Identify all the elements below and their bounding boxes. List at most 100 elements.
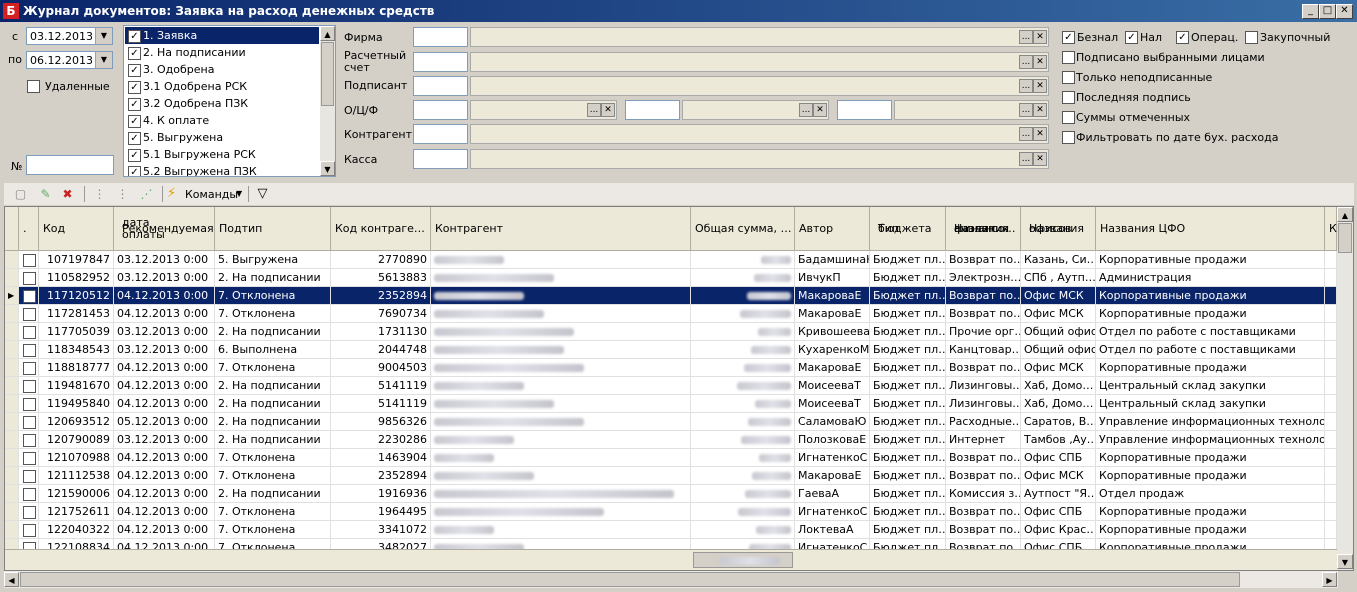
- ocf-c-select-button[interactable]: ...: [799, 103, 813, 117]
- header-author[interactable]: Автор: [795, 207, 870, 251]
- row-checkbox[interactable]: [23, 362, 36, 375]
- kassa-clear-icon[interactable]: ✕: [1033, 152, 1047, 166]
- status-checkbox[interactable]: ✓: [128, 64, 141, 77]
- row-indicator[interactable]: [5, 431, 19, 449]
- ocf-f-name-field[interactable]: ... ✕: [894, 100, 1049, 120]
- status-checkbox[interactable]: ✓: [128, 98, 141, 111]
- filter-by-date-checkbox[interactable]: [1062, 131, 1075, 144]
- row-checkbox[interactable]: [23, 308, 36, 321]
- status-item[interactable]: ✓ 1. Заявка: [125, 27, 319, 44]
- documents-grid[interactable]: . Код Рекомендуемая дата оплаты Подтип Ко…: [4, 206, 1354, 571]
- row-check-cell[interactable]: [19, 341, 39, 359]
- status-checkbox[interactable]: ✓: [128, 47, 141, 60]
- account-clear-icon[interactable]: ✕: [1033, 55, 1047, 69]
- row-checkbox[interactable]: [23, 326, 36, 339]
- row-check-cell[interactable]: [19, 323, 39, 341]
- deleted-checkbox[interactable]: [27, 80, 40, 93]
- kassa-select-button[interactable]: ...: [1019, 152, 1033, 166]
- row-check-cell[interactable]: [19, 485, 39, 503]
- ocf-o-name-field[interactable]: ... ✕: [470, 100, 617, 120]
- ocf-c-name-field[interactable]: ... ✕: [682, 100, 829, 120]
- row-check-cell[interactable]: [19, 305, 39, 323]
- window-titlebar[interactable]: Б Журнал документов: Заявка на расход де…: [0, 0, 1357, 22]
- row-check-cell[interactable]: [19, 395, 39, 413]
- counterparty-code-input[interactable]: [413, 124, 468, 144]
- row-check-cell[interactable]: [19, 467, 39, 485]
- row-checkbox[interactable]: [23, 524, 36, 537]
- status-item[interactable]: ✓ 3. Одобрена: [125, 61, 319, 78]
- maximize-button[interactable]: □: [1319, 4, 1336, 19]
- nal-checkbox[interactable]: ✓: [1125, 31, 1138, 44]
- table-row[interactable]: 121070988 04.12.2013 0:00 7. Отклонена 1463…: [5, 449, 1337, 467]
- row-checkbox[interactable]: [23, 488, 36, 501]
- row-checkbox[interactable]: [23, 542, 36, 549]
- row-checkbox[interactable]: [23, 380, 36, 393]
- signer-select-button[interactable]: ...: [1019, 79, 1033, 93]
- row-checkbox[interactable]: [23, 290, 36, 303]
- filter-icon[interactable]: ▽: [254, 186, 271, 202]
- row-indicator[interactable]: [5, 341, 19, 359]
- row-indicator[interactable]: [5, 359, 19, 377]
- status-checkbox[interactable]: ✓: [128, 132, 141, 145]
- signer-name-field[interactable]: ... ✕: [470, 76, 1049, 96]
- row-indicator[interactable]: [5, 323, 19, 341]
- chevron-down-icon[interactable]: ▼: [95, 28, 112, 44]
- header-budget-type[interactable]: Тип бюджета: [870, 207, 946, 251]
- row-indicator[interactable]: [5, 305, 19, 323]
- number-input[interactable]: [26, 155, 114, 175]
- row-check-cell[interactable]: [19, 413, 39, 431]
- table-row[interactable]: 118348543 03.12.2013 0:00 6. Выполнена 2044…: [5, 341, 1337, 359]
- row-checkbox[interactable]: [23, 416, 36, 429]
- table-row[interactable]: 117705039 03.12.2013 0:00 2. На подписании…: [5, 323, 1337, 341]
- commands-menu-button[interactable]: ⚡ Команды ▼: [167, 185, 245, 203]
- row-checkbox[interactable]: [23, 398, 36, 411]
- row-indicator[interactable]: [5, 503, 19, 521]
- scroll-down-icon[interactable]: ▼: [1337, 554, 1353, 569]
- firma-code-input[interactable]: [413, 27, 468, 47]
- row-indicator[interactable]: [5, 467, 19, 485]
- scroll-thumb[interactable]: [1338, 223, 1352, 253]
- row-checkbox[interactable]: [23, 344, 36, 357]
- header-fin[interactable]: Названия финансо… аналитик: [946, 207, 1021, 251]
- header-extra[interactable]: К: [1325, 207, 1337, 251]
- status-checkbox[interactable]: ✓: [128, 166, 141, 176]
- move-down-icon[interactable]: ⋮: [114, 186, 131, 202]
- row-indicator[interactable]: [5, 395, 19, 413]
- zakup-checkbox[interactable]: [1245, 31, 1258, 44]
- row-check-cell[interactable]: [19, 539, 39, 549]
- status-checkbox[interactable]: ✓: [128, 30, 141, 43]
- status-item[interactable]: ✓ 5.1 Выгружена РСК: [125, 146, 319, 163]
- account-name-field[interactable]: ... ✕: [470, 52, 1049, 72]
- table-row[interactable]: 122040322 04.12.2013 0:00 7. Отклонена 3341…: [5, 521, 1337, 539]
- ocf-f-clear-icon[interactable]: ✕: [1033, 103, 1047, 117]
- status-checklist[interactable]: ✓ 1. Заявка ✓ 2. На подписании ✓ 3. Одобрена ✓…: [123, 25, 336, 177]
- last-signature-checkbox[interactable]: [1062, 91, 1075, 104]
- row-indicator[interactable]: [5, 251, 19, 269]
- table-row[interactable]: 117281453 04.12.2013 0:00 7. Отклонена 7690…: [5, 305, 1337, 323]
- operac-checkbox[interactable]: ✓: [1176, 31, 1189, 44]
- scroll-right-icon[interactable]: ▶: [1322, 572, 1337, 587]
- status-item[interactable]: ✓ 5.2 Выгружена ПЗК: [125, 163, 319, 176]
- edit-document-icon[interactable]: ✎: [37, 186, 54, 202]
- ocf-o-code-input[interactable]: [413, 100, 468, 120]
- counterparty-name-field[interactable]: ... ✕: [470, 124, 1049, 144]
- header-cfo[interactable]: Названия ЦФО: [1096, 207, 1325, 251]
- row-indicator[interactable]: [5, 449, 19, 467]
- row-indicator[interactable]: ▶: [5, 287, 19, 305]
- table-row[interactable]: ▶ 117120512 04.12.2013 0:00 7. Отклонена 235…: [5, 287, 1337, 305]
- row-checkbox[interactable]: [23, 452, 36, 465]
- status-checkbox[interactable]: ✓: [128, 81, 141, 94]
- signer-clear-icon[interactable]: ✕: [1033, 79, 1047, 93]
- table-row[interactable]: 121112538 04.12.2013 0:00 7. Отклонена 2352…: [5, 467, 1337, 485]
- firma-select-button[interactable]: ...: [1019, 30, 1033, 44]
- scroll-down-icon[interactable]: ▼: [320, 161, 335, 176]
- status-list-scrollbar[interactable]: ▲ ▼: [320, 26, 335, 176]
- table-row[interactable]: 118818777 04.12.2013 0:00 7. Отклонена 9004…: [5, 359, 1337, 377]
- header-total[interactable]: Общая сумма, …: [691, 207, 795, 251]
- row-indicator[interactable]: [5, 485, 19, 503]
- row-checkbox[interactable]: [23, 470, 36, 483]
- row-check-cell[interactable]: [19, 269, 39, 287]
- unsigned-only-checkbox[interactable]: [1062, 71, 1075, 84]
- status-item[interactable]: ✓ 3.2 Одобрена ПЗК: [125, 95, 319, 112]
- counterparty-clear-icon[interactable]: ✕: [1033, 127, 1047, 141]
